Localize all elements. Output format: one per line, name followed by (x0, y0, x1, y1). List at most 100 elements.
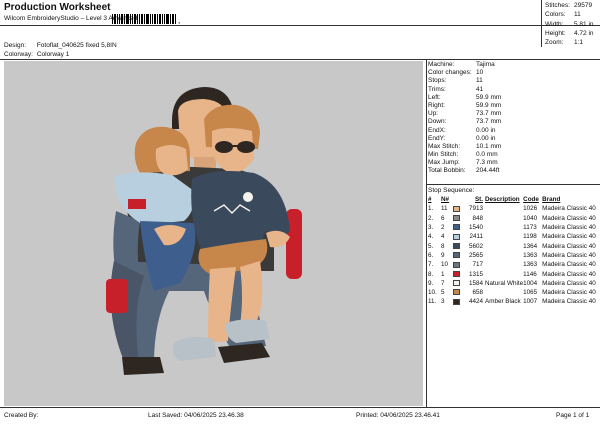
stitch-count: 7913 (468, 205, 483, 213)
table-row: 7. 10 717 1363 Madeira Classic 40 (428, 260, 598, 269)
thread-code: 1198 (523, 233, 537, 241)
info-value: 59.9 mm (476, 93, 502, 101)
needle-number: 5 (441, 289, 445, 297)
sequence-number: 3. (428, 224, 434, 232)
color-swatch-icon (453, 280, 460, 287)
needle-number: 1 (441, 270, 445, 278)
sequence-number: 1. (428, 205, 434, 213)
thread-description: Amber Black (485, 298, 521, 306)
column-header: N# (441, 196, 450, 204)
info-value: 10 (476, 69, 484, 77)
thread-brand: Madeira Classic 40 (542, 233, 596, 241)
table-row: 9. 7 1584 Natural White 1004 Madeira Classic … (428, 279, 598, 288)
thread-description (483, 241, 523, 250)
info-value: 204.44ft (476, 167, 500, 175)
thread-code: 1007 (523, 298, 538, 306)
stat-row: Width: 5.81 in (545, 21, 600, 30)
needle-number: 6 (441, 214, 445, 222)
divider (427, 184, 600, 185)
sequence-number: 11. (428, 298, 437, 306)
color-swatch-icon (453, 289, 460, 296)
sequence-number: 7. (428, 261, 434, 269)
table-row: 4. 4 2411 1198 Madeira Classic 40 (428, 232, 598, 241)
colorway-value: Colorway 1 (36, 51, 70, 58)
color-swatch-icon (453, 242, 460, 249)
stitch-count: 1584 (468, 279, 483, 287)
sequence-number: 9. (428, 279, 434, 287)
info-key: Total Bobbin: (428, 167, 466, 175)
table-row: 2. 6 848 1040 Madeira Classic 40 (428, 214, 598, 223)
color-swatch-icon (453, 252, 460, 259)
stitch-count: 1315 (468, 270, 483, 278)
column-header (453, 195, 463, 204)
needle-number: 3 (441, 298, 445, 306)
color-swatch-icon (453, 261, 460, 268)
colorway-row: Colorway: Colorway 1 (4, 51, 69, 58)
thread-code: 1146 (523, 270, 537, 278)
divider (426, 60, 427, 407)
color-swatch (453, 260, 463, 269)
thread-code: 1364 (523, 242, 538, 250)
divider (0, 25, 600, 26)
info-row: Down: 73.7 mm (428, 118, 598, 126)
thread-description (483, 260, 523, 269)
thread-brand: Madeira Classic 40 (542, 214, 596, 222)
machine-info-panel: Machine: Tajima Color changes: 10 Stops: 11… (428, 61, 598, 176)
thread-code: 1065 (523, 289, 538, 297)
stat-key: Colors: (545, 11, 566, 19)
color-swatch (453, 223, 463, 232)
info-key: Max Stitch: (428, 142, 461, 150)
thread-code: 1040 (523, 214, 538, 222)
info-key: Min Stitch: (428, 151, 459, 159)
column-header: # (428, 196, 432, 204)
info-row: EndX: 0.00 in (428, 127, 598, 135)
last-saved: Last Saved: 04/06/2025 23.46.38 (148, 412, 244, 419)
info-key: Stops: (428, 77, 447, 85)
info-key: EndX: (428, 126, 446, 134)
thread-description (483, 204, 523, 213)
info-key: Trims: (428, 85, 446, 93)
info-row: Min Stitch: 0.0 mm (428, 151, 598, 159)
thread-description (483, 288, 523, 297)
table-row: 10. 5 658 1065 Madeira Classic 40 (428, 288, 598, 297)
color-swatch (453, 269, 463, 278)
color-swatch (453, 241, 463, 250)
info-value: 59.9 mm (476, 101, 502, 109)
stitch-count: 5602 (468, 242, 483, 250)
table-header-row: # N# St. Description Code Brand (428, 195, 598, 204)
color-swatch-icon (453, 215, 460, 222)
color-swatch-icon (453, 233, 460, 240)
info-value: 10.1 mm (476, 142, 502, 150)
info-value: 7.3 mm (476, 159, 498, 167)
divider (541, 0, 542, 47)
stop-sequence-table: # N# St. Description Code Brand 1. 11 7913… (428, 195, 598, 307)
info-row: Color changes: 10 (428, 69, 598, 77)
info-row: Trims: 41 (428, 86, 598, 94)
thread-brand: Madeira Classic 40 (542, 298, 596, 306)
stat-value: 4.72 in (574, 29, 594, 37)
stat-value: 5.81 in (574, 20, 594, 28)
info-row: Right: 59.9 mm (428, 102, 598, 110)
color-swatch-icon (453, 298, 460, 305)
color-swatch (453, 279, 463, 288)
stitch-count: 2565 (468, 251, 483, 259)
info-row: Total Bobbin: 204.44ft (428, 167, 598, 175)
thread-brand: Madeira Classic 40 (542, 251, 596, 259)
created-by: Created By: (4, 412, 39, 419)
colorway-label: Colorway: (4, 51, 33, 58)
info-row: Machine: Tajima (428, 61, 598, 69)
divider (0, 407, 600, 408)
info-row: Stops: 11 (428, 77, 598, 85)
color-swatch (453, 288, 463, 297)
printed-date: Printed: 04/06/2025 23.46.41 (356, 412, 440, 419)
stat-value: 1:1 (574, 39, 584, 47)
stat-key: Stitches: (545, 2, 570, 9)
thread-description (483, 251, 523, 260)
needle-number: 2 (441, 224, 445, 232)
thread-code: 1363 (523, 261, 538, 269)
column-header: Brand (542, 196, 561, 204)
info-value: 0.00 in (476, 126, 496, 134)
thread-brand: Madeira Classic 40 (542, 289, 596, 297)
design-row: Design: Fotoflat_040625 fixed 5,8IN (4, 42, 117, 49)
needle-number: 10 (441, 261, 449, 269)
